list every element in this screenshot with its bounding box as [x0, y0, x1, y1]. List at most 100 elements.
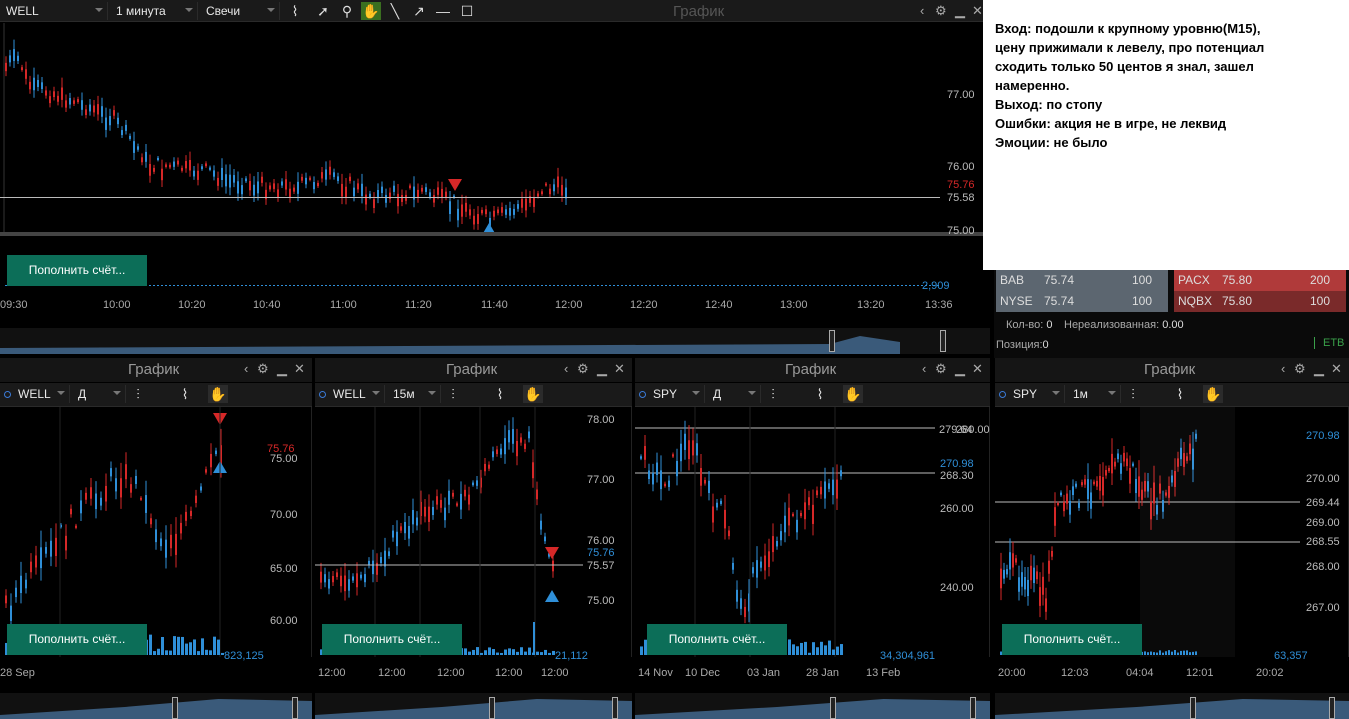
candles-icon[interactable]: ⫶ — [1123, 385, 1143, 403]
candle — [261, 176, 263, 183]
deposit-button[interactable]: Пополнить счёт... — [647, 624, 787, 655]
close-icon[interactable]: ✕ — [294, 360, 305, 378]
panel-chart-area[interactable]: Пополнить счёт... — [995, 407, 1349, 657]
panel-navigator[interactable] — [315, 693, 632, 719]
timeframe-select[interactable]: 15м — [387, 385, 441, 403]
link-dot-icon[interactable] — [319, 391, 326, 398]
hline-tool-icon[interactable]: — — [433, 2, 453, 20]
minimize-icon[interactable]: ▁ — [277, 360, 287, 378]
symbol-select[interactable]: WELL — [327, 385, 385, 403]
candle — [297, 285, 299, 286]
close-icon[interactable]: ✕ — [972, 2, 983, 20]
minimize-icon[interactable]: ▁ — [597, 360, 607, 378]
minimize-icon[interactable]: ▁ — [955, 2, 965, 20]
candle — [861, 285, 863, 286]
close-icon[interactable]: ✕ — [614, 360, 625, 378]
route-badge[interactable]: ETB — [1314, 337, 1344, 349]
main-navigator[interactable] — [0, 328, 990, 354]
candle — [465, 202, 467, 212]
navigator-handle-left[interactable] — [172, 697, 178, 719]
rect-tool-icon[interactable]: ☐ — [457, 2, 477, 20]
navigator-handle-left[interactable] — [1190, 697, 1196, 719]
hand-icon[interactable]: ✋ — [523, 385, 543, 403]
candle — [1168, 650, 1170, 655]
gear-icon[interactable]: ⚙ — [935, 2, 947, 20]
indicator-icon[interactable]: ⌇ — [1170, 385, 1190, 403]
line-tool-icon[interactable]: ╲ — [385, 2, 405, 20]
navigator-handle-right[interactable] — [292, 697, 298, 719]
collapse-icon[interactable]: ‹ — [244, 360, 248, 378]
symbol-select[interactable]: WELL — [0, 2, 108, 20]
navigator-handle-left[interactable] — [489, 697, 495, 719]
collapse-icon[interactable]: ‹ — [564, 360, 568, 378]
indicator-icon[interactable]: ⌇ — [285, 2, 305, 20]
deposit-button[interactable]: Пополнить счёт... — [7, 624, 147, 655]
timeframe-select[interactable]: Д — [72, 385, 126, 403]
panel-navigator[interactable] — [995, 693, 1349, 719]
collapse-icon[interactable]: ‹ — [922, 360, 926, 378]
navigator-handle-right[interactable] — [970, 697, 976, 719]
gear-icon[interactable]: ⚙ — [935, 360, 947, 378]
collapse-icon[interactable]: ‹ — [1281, 360, 1285, 378]
navigator-handle-left[interactable] — [829, 330, 835, 352]
hand-icon[interactable]: ✋ — [208, 385, 228, 403]
arrow-tool-icon[interactable]: ↗ — [409, 2, 429, 20]
deposit-button[interactable]: Пополнить счёт... — [7, 255, 147, 286]
link-dot-icon[interactable] — [639, 391, 646, 398]
cursor-icon[interactable]: ➚ — [313, 2, 333, 20]
navigator-handle-right[interactable] — [940, 330, 946, 352]
hand-icon[interactable]: ✋ — [843, 385, 863, 403]
minimize-icon[interactable]: ▁ — [1314, 360, 1324, 378]
gear-icon[interactable]: ⚙ — [577, 360, 589, 378]
minimize-icon[interactable]: ▁ — [955, 360, 965, 378]
gear-icon[interactable]: ⚙ — [257, 360, 269, 378]
bid-row[interactable]: BAB 75.74 100 — [996, 270, 1168, 291]
symbol-select[interactable]: SPY — [1007, 385, 1065, 403]
hand-icon[interactable]: ✋ — [1203, 385, 1223, 403]
symbol-select[interactable]: WELL — [12, 385, 70, 403]
symbol-select[interactable]: SPY — [647, 385, 705, 403]
timeframe-select[interactable]: 1 минута — [110, 2, 198, 20]
panel-toolbar: WELL Д ⫶ ⌇ ✋ — [0, 383, 312, 407]
navigator-handle-right[interactable] — [612, 697, 618, 719]
indicator-icon[interactable]: ⌇ — [810, 385, 830, 403]
panel-chart-area[interactable]: Пополнить счёт... — [315, 407, 632, 657]
candle — [185, 285, 187, 286]
panel-chart-area[interactable]: Пополнить счёт... — [635, 407, 990, 657]
candle — [356, 573, 358, 588]
panel-navigator[interactable] — [0, 693, 312, 719]
link-dot-icon[interactable] — [999, 391, 1006, 398]
candle — [333, 285, 335, 286]
chart-type-select[interactable]: Свечи — [200, 2, 280, 20]
close-icon[interactable]: ✕ — [972, 360, 983, 378]
hand-icon[interactable]: ✋ — [361, 2, 381, 20]
candle — [1021, 572, 1023, 587]
navigator-handle-left[interactable] — [830, 697, 836, 719]
note-line: намеренно. — [995, 78, 1070, 93]
bid-row[interactable]: NYSE 75.74 100 — [996, 291, 1168, 312]
price-current: 75.76 — [947, 179, 975, 191]
ask-row[interactable]: NQBX 75.80 100 — [1174, 291, 1346, 312]
deposit-button[interactable]: Пополнить счёт... — [322, 624, 462, 655]
indicator-icon[interactable]: ⌇ — [175, 385, 195, 403]
candle — [488, 464, 490, 469]
gear-icon[interactable]: ⚙ — [1294, 360, 1306, 378]
indicator-icon[interactable]: ⌇ — [490, 385, 510, 403]
time-label: 03 Jan — [747, 667, 781, 679]
timeframe-select[interactable]: 1м — [1067, 385, 1121, 403]
main-chart-area[interactable]: 77.00 76.00 75.76 75.58 75.00 Пополнить … — [0, 23, 990, 323]
candles-icon[interactable]: ⫶ — [443, 385, 463, 403]
candles-icon[interactable]: ⫶ — [763, 385, 783, 403]
navigator-handle-right[interactable] — [1329, 697, 1335, 719]
candle — [100, 497, 102, 506]
deposit-button[interactable]: Пополнить счёт... — [1002, 624, 1142, 655]
zoom-icon[interactable]: ⚲ — [337, 2, 357, 20]
candles-icon[interactable]: ⫶ — [128, 385, 148, 403]
ask-row[interactable]: PACX 75.80 200 — [1174, 270, 1346, 291]
collapse-icon[interactable]: ‹ — [920, 2, 924, 20]
close-icon[interactable]: ✕ — [1331, 360, 1342, 378]
link-dot-icon[interactable] — [4, 391, 11, 398]
panel-chart-area[interactable]: Пополнить счёт... — [0, 407, 312, 657]
panel-navigator[interactable] — [635, 693, 990, 719]
timeframe-select[interactable]: Д — [707, 385, 761, 403]
